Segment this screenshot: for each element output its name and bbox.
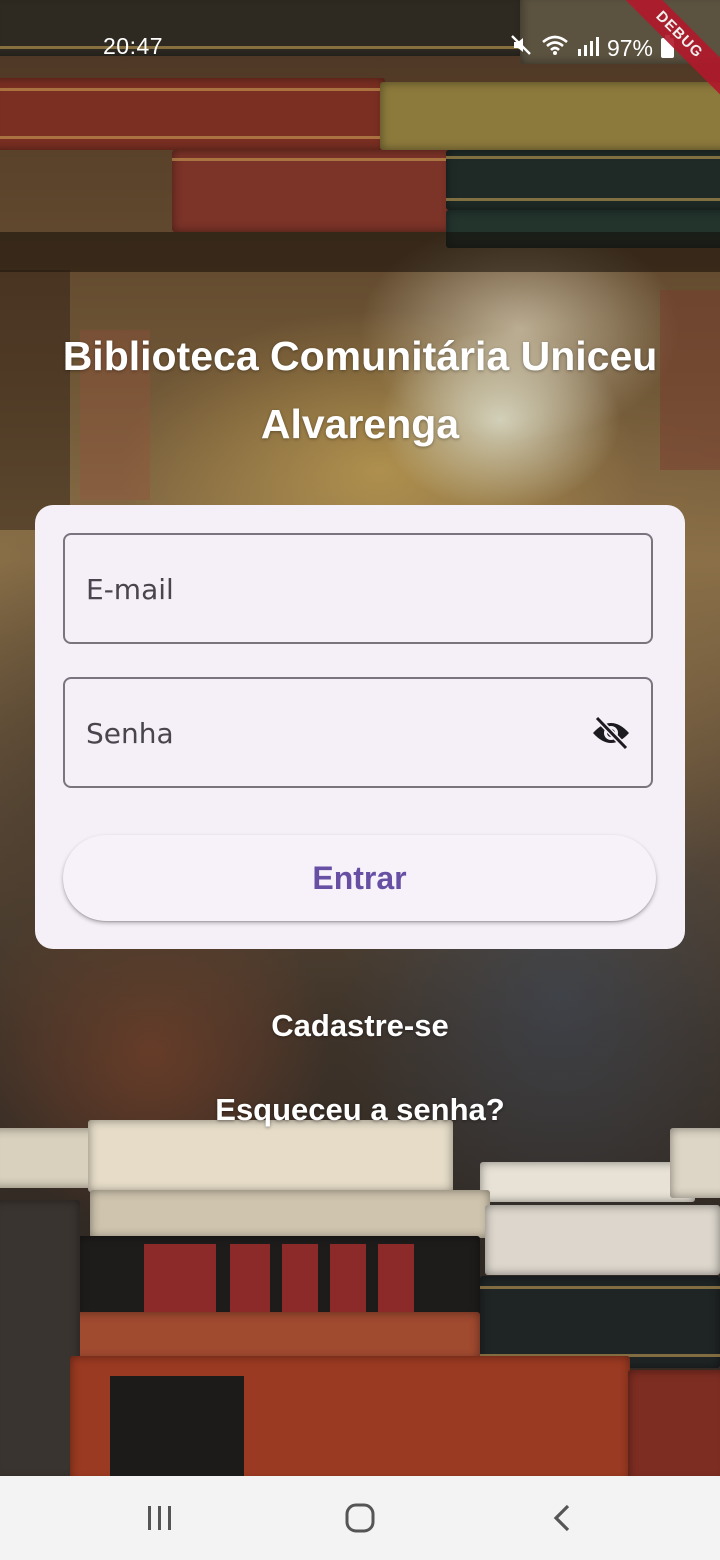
wifi-icon bbox=[541, 34, 569, 62]
password-field[interactable]: Senha bbox=[63, 677, 653, 788]
home-icon[interactable] bbox=[338, 1498, 382, 1538]
back-icon[interactable] bbox=[540, 1498, 584, 1538]
forgot-password-link[interactable]: Esqueceu a senha? bbox=[0, 1092, 720, 1128]
battery-percent: 97% bbox=[606, 34, 653, 61]
register-link[interactable]: Cadastre-se bbox=[0, 1008, 720, 1044]
system-navigation-bar bbox=[0, 1476, 720, 1560]
signal-icon bbox=[577, 35, 599, 62]
login-button[interactable]: Entrar bbox=[63, 835, 656, 921]
email-placeholder: E-mail bbox=[86, 573, 174, 606]
password-placeholder: Senha bbox=[86, 717, 174, 750]
status-time: 20:47 bbox=[103, 33, 164, 59]
login-card: E-mail Senha Entrar bbox=[35, 505, 685, 949]
mute-icon bbox=[509, 33, 533, 63]
recent-apps-icon[interactable] bbox=[138, 1498, 182, 1538]
email-field[interactable]: E-mail bbox=[63, 533, 653, 644]
app-title: Biblioteca Comunitária Uniceu Alvarenga bbox=[62, 333, 658, 447]
visibility-off-icon[interactable] bbox=[591, 715, 631, 751]
status-bar: 20:47 97% DEBUG bbox=[0, 0, 720, 98]
